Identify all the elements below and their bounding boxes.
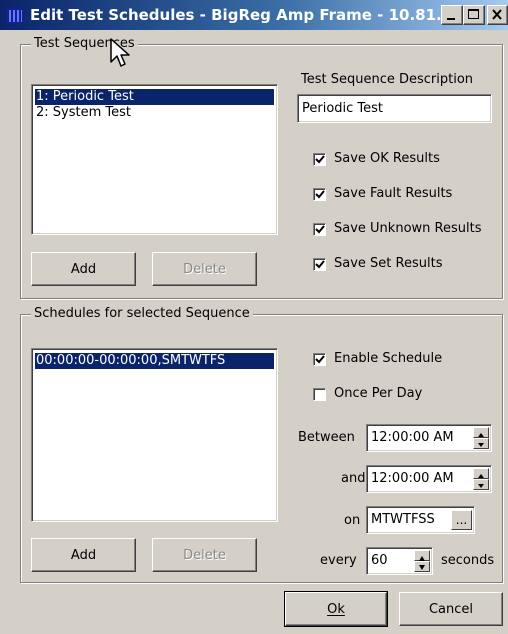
description-field[interactable]: Periodic Test <box>297 94 492 123</box>
spin-down-icon <box>478 484 484 488</box>
enable-schedule-label: Enable Schedule <box>334 351 443 366</box>
spin-down-button[interactable] <box>473 438 489 449</box>
minimize-button[interactable] <box>441 5 463 25</box>
between-time-picker[interactable]: 12:00:00 AM <box>366 424 492 452</box>
checkmark-icon <box>315 355 325 364</box>
interval-stepper[interactable]: 60 <box>366 547 433 575</box>
and-spin[interactable] <box>473 468 489 490</box>
interval-value: 60 <box>371 553 388 568</box>
spin-down-icon <box>478 443 484 447</box>
interval-spin[interactable] <box>414 550 430 572</box>
spin-up-button[interactable] <box>473 427 489 438</box>
dialog-window: Edit Test Schedules - BigReg Amp Frame -… <box>0 0 508 634</box>
save-unknown-checkbox[interactable] <box>313 223 326 236</box>
save-fault-checkbox[interactable] <box>313 188 326 201</box>
spin-down-button[interactable] <box>414 561 430 572</box>
app-icon <box>6 7 24 25</box>
maximize-button[interactable] <box>463 5 485 25</box>
and-time-value: 12:00:00 AM <box>371 471 454 486</box>
schedules-group-label: Schedules for selected Sequence <box>31 306 253 321</box>
days-browse-button[interactable]: ... <box>451 510 472 530</box>
every-label: every <box>320 553 357 568</box>
and-label: and <box>341 471 366 486</box>
between-spin[interactable] <box>473 427 489 449</box>
between-label: Between <box>298 430 355 445</box>
sequence-listbox[interactable]: 1: Periodic Test 2: System Test <box>31 84 278 235</box>
checkmark-icon <box>315 190 325 199</box>
title-bar[interactable]: Edit Test Schedules - BigReg Amp Frame -… <box>0 0 508 30</box>
cancel-button-label: Cancel <box>428 601 474 617</box>
schedule-listbox[interactable]: 00:00:00-00:00:00,SMTWTFS <box>31 348 278 522</box>
enable-schedule-checkbox[interactable] <box>313 353 326 366</box>
delete-schedule-button[interactable]: Delete <box>152 538 257 572</box>
minimize-icon <box>447 18 455 20</box>
once-per-day-label: Once Per Day <box>334 386 423 401</box>
add-schedule-button[interactable]: Add <box>31 538 136 572</box>
list-item[interactable]: 1: Periodic Test <box>35 89 274 105</box>
save-set-label: Save Set Results <box>334 256 443 271</box>
ok-button[interactable]: Ok <box>284 591 388 627</box>
save-ok-checkbox[interactable] <box>313 153 326 166</box>
checkmark-icon <box>315 225 325 234</box>
ok-button-label: Ok <box>327 601 345 617</box>
and-time-picker[interactable]: 12:00:00 AM <box>366 465 492 493</box>
save-ok-label: Save OK Results <box>334 151 440 166</box>
once-per-day-checkbox[interactable] <box>313 388 326 401</box>
save-set-checkbox[interactable] <box>313 258 326 271</box>
description-label: Test Sequence Description <box>301 72 474 87</box>
cancel-button[interactable]: Cancel <box>399 592 503 626</box>
spin-down-icon <box>419 565 425 570</box>
list-item[interactable]: 00:00:00-00:00:00,SMTWTFS <box>35 353 274 369</box>
maximize-icon <box>468 9 479 19</box>
spin-down-button[interactable] <box>473 479 489 490</box>
between-time-value: 12:00:00 AM <box>371 430 454 445</box>
delete-sequence-button[interactable]: Delete <box>152 252 257 286</box>
spin-up-button[interactable] <box>414 550 430 561</box>
list-item[interactable]: 2: System Test <box>35 105 274 121</box>
add-sequence-button[interactable]: Add <box>31 252 136 286</box>
checkmark-icon <box>315 260 325 269</box>
save-unknown-label: Save Unknown Results <box>334 221 482 236</box>
days-field[interactable]: MTWTFSS ... <box>366 506 475 534</box>
on-label: on <box>344 513 361 528</box>
close-icon <box>492 9 502 20</box>
days-value: MTWTFSS <box>371 512 435 527</box>
checkmark-icon <box>315 155 325 164</box>
window-title: Edit Test Schedules - BigReg Amp Frame -… <box>30 6 454 24</box>
description-value: Periodic Test <box>302 101 384 116</box>
seconds-label: seconds <box>441 553 495 568</box>
spin-up-button[interactable] <box>473 468 489 479</box>
save-fault-label: Save Fault Results <box>334 186 453 201</box>
close-button[interactable] <box>487 5 508 25</box>
mouse-cursor-icon <box>110 38 132 70</box>
